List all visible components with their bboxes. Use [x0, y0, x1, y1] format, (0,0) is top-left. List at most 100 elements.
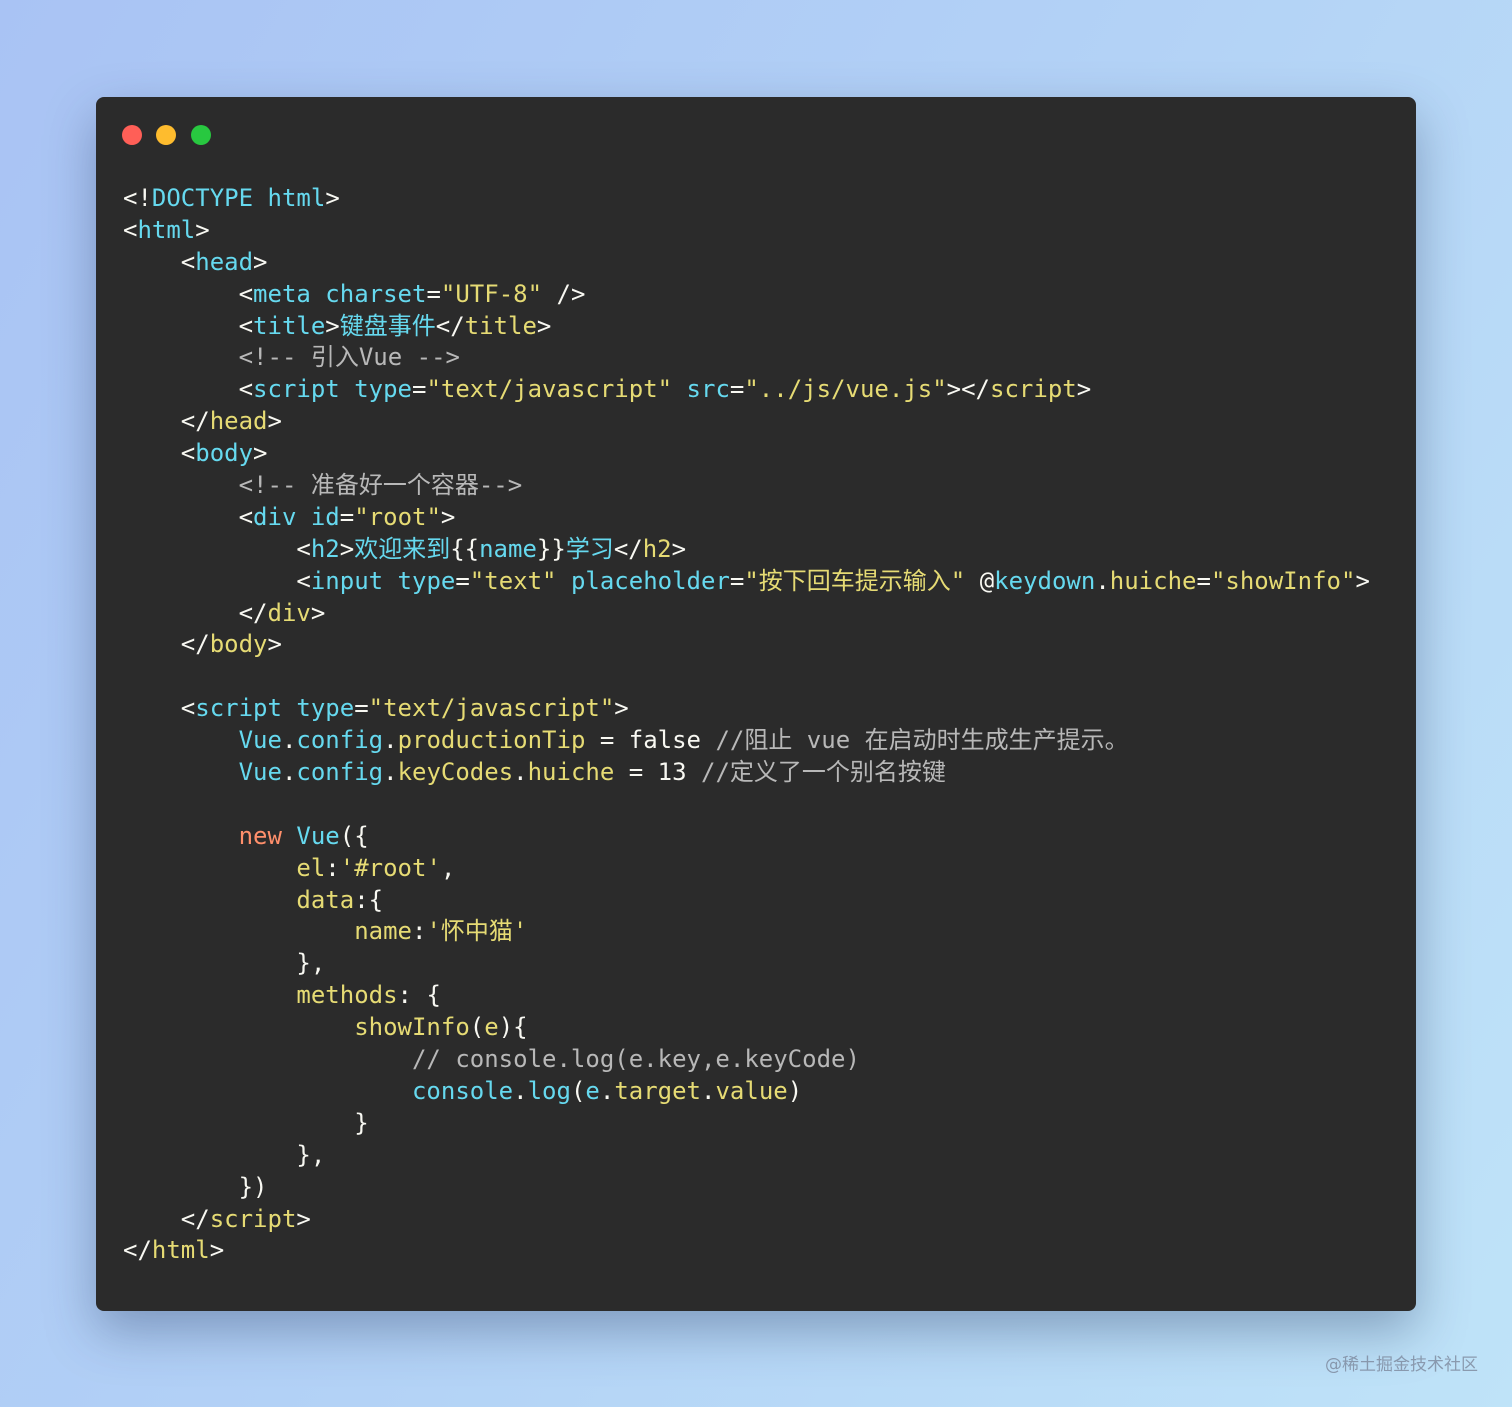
code-token: type — [397, 566, 456, 595]
code-line: }, — [123, 948, 1370, 980]
code-token: el — [123, 853, 326, 882]
code-token: type — [296, 694, 355, 723]
code-token: < — [123, 247, 196, 276]
code-line: <html> — [123, 215, 1370, 247]
code-token: > — [325, 184, 340, 212]
code-token: //阻止 vue 在启动时生成生产提示。 — [715, 726, 1129, 755]
code-line: </html> — [123, 1235, 1370, 1267]
code-token: = — [354, 694, 369, 723]
code-token: h2 — [642, 534, 672, 563]
code-token: :{ — [354, 885, 384, 914]
code-token: < — [123, 279, 254, 308]
code-token: < — [123, 502, 254, 531]
code-token: < — [123, 311, 254, 340]
code-token: } — [123, 1108, 369, 1137]
code-token: }} — [536, 534, 566, 563]
code-token: . — [383, 758, 398, 787]
code-token: > — [339, 534, 355, 563]
code-token: "text/javascript" — [426, 375, 673, 404]
code-token: ) — [787, 1076, 803, 1105]
code-token: = — [1196, 566, 1211, 595]
code-token: keyCodes — [397, 758, 514, 787]
code-line: name:'怀中猫' — [123, 916, 1370, 948]
code-token: input — [310, 566, 384, 595]
code-token: "text" — [469, 566, 557, 595]
code-line: <!-- 引入Vue --> — [123, 342, 1370, 374]
code-token: 键盘事件 — [339, 311, 436, 340]
code-block: <!DOCTYPE html> <html> <head> <meta chars… — [123, 183, 1370, 1267]
code-token: : — [325, 853, 340, 882]
maximize-window-button[interactable] — [191, 125, 211, 145]
code-line: }) — [123, 1172, 1370, 1204]
code-token: }) — [123, 1172, 268, 1201]
close-window-button[interactable] — [122, 125, 142, 145]
code-token: ( — [570, 1076, 586, 1105]
code-token: script — [195, 694, 282, 723]
code-line: <script type="text/javascript" src="../j… — [123, 374, 1370, 406]
code-line: <body> — [123, 438, 1370, 470]
code-token: new — [123, 821, 282, 850]
code-token: '#root' — [339, 853, 441, 882]
code-token: > — [209, 1236, 225, 1265]
code-token: ( — [469, 1013, 485, 1042]
code-token: head — [195, 247, 254, 276]
code-token: </ — [123, 1236, 152, 1265]
code-token: src — [686, 375, 730, 404]
code-token: div — [267, 598, 311, 627]
code-token: > — [671, 534, 687, 563]
code-token: methods — [123, 981, 398, 1010]
code-token: </ — [613, 534, 643, 563]
code-token: > — [310, 598, 326, 627]
code-token: keydown — [994, 566, 1096, 595]
code-token: huiche — [1109, 566, 1197, 595]
code-token: > — [440, 502, 456, 531]
code-token: charset — [325, 279, 427, 308]
code-token: : { — [397, 981, 441, 1010]
code-line: // console.log(e.key,e.keyCode) — [123, 1044, 1370, 1076]
code-token: <!-- 准备好一个容器--> — [123, 471, 523, 500]
minimize-window-button[interactable] — [156, 125, 176, 145]
code-line: showInfo(e){ — [123, 1012, 1370, 1044]
code-token: "showInfo" — [1210, 566, 1356, 595]
code-token: = — [412, 375, 427, 404]
code-token: </ — [123, 630, 210, 659]
code-token: < — [123, 534, 311, 563]
code-token: {{ — [450, 534, 480, 563]
code-token: body — [195, 439, 254, 468]
code-token: <!-- 引入Vue --> — [123, 343, 460, 372]
code-line: Vue.config.productionTip = false //阻止 vu… — [123, 725, 1370, 757]
code-token: < — [123, 694, 196, 723]
code-token: . — [599, 1076, 615, 1105]
code-token: id — [310, 502, 340, 531]
code-line: <h2>欢迎来到{{name}}学习</h2> — [123, 534, 1370, 566]
code-line: <title>键盘事件</title> — [123, 311, 1370, 343]
code-token: > — [325, 311, 340, 340]
code-token: script — [209, 1204, 297, 1233]
code-token: > — [1355, 566, 1370, 595]
code-token: : — [411, 917, 427, 946]
code-token: < — [123, 375, 254, 404]
code-token: config — [296, 758, 384, 787]
code-token: //定义了一个别名按键 — [701, 758, 946, 787]
code-token: = — [729, 375, 745, 404]
code-window: <!DOCTYPE html> <html> <head> <meta chars… — [96, 97, 1416, 1311]
code-token: = false — [585, 726, 716, 755]
code-token: div — [253, 502, 297, 531]
code-token: DOCTYPE — [151, 184, 254, 212]
code-token: @ — [965, 566, 995, 595]
code-line: el:'#root', — [123, 853, 1370, 885]
code-token: . — [1095, 566, 1110, 595]
code-token: ></ — [946, 375, 991, 404]
code-token: Vue — [123, 758, 282, 787]
code-token: </ — [123, 598, 268, 627]
code-line: } — [123, 1108, 1370, 1140]
code-token: script — [990, 375, 1077, 404]
code-token: <! — [123, 184, 152, 212]
code-token: < — [123, 215, 138, 244]
code-token: name — [479, 534, 537, 563]
code-token: e — [585, 1076, 600, 1105]
